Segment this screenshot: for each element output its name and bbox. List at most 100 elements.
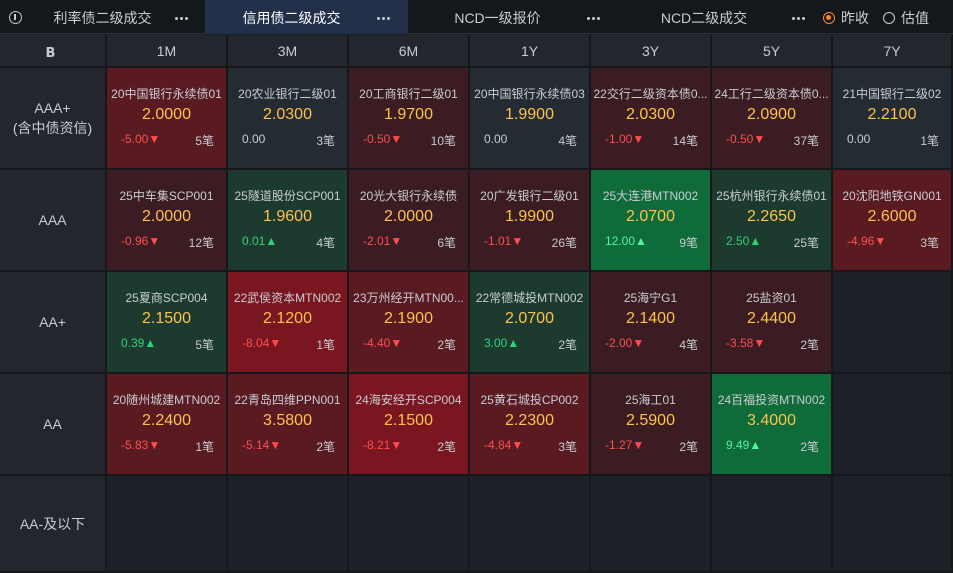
quote-cell[interactable]: 20广发银行二级01 1.9900 -1.01▼ 26笔 <box>470 170 591 272</box>
bond-name: 23万州经开MTN00... <box>353 291 464 305</box>
yield-change: -0.96▼ <box>121 234 161 248</box>
quote-cell[interactable]: 20工商银行二级01 1.9700 -0.50▼ 10笔 <box>349 68 470 170</box>
trade-count: 2笔 <box>558 338 577 352</box>
trade-count: 1笔 <box>316 338 335 352</box>
bond-name: 22武侯资本MTN002 <box>233 291 342 305</box>
bond-name: 20沈阳地铁GN001 <box>842 189 942 203</box>
logo-icon <box>46 44 60 58</box>
quote-cell[interactable]: 25隧道股份SCP001 1.9600 0.01▲ 4笔 <box>228 170 349 272</box>
quote-cell[interactable]: 20沈阳地铁GN001 2.6000 -4.96▼ 3笔 <box>833 170 953 272</box>
yield-change: -4.96▼ <box>847 234 887 248</box>
more-dots-icon[interactable] <box>790 8 808 26</box>
yield-change: -2.00▼ <box>605 336 645 350</box>
bond-yield: 2.4400 <box>747 310 796 327</box>
yield-change: 0.01▲ <box>242 234 278 248</box>
tab-rate-bond[interactable]: 利率债二级成交 <box>30 0 175 34</box>
bond-yield: 2.2400 <box>142 412 191 429</box>
tab-ncd-primary[interactable]: NCD一级报价 <box>430 0 595 34</box>
trade-count: 2笔 <box>437 338 456 352</box>
trade-count: 2笔 <box>800 440 819 454</box>
empty-cell <box>349 476 470 573</box>
bond-yield: 1.9900 <box>505 208 554 225</box>
quote-cell[interactable]: 20随州城建MTN002 2.2400 -5.83▼ 1笔 <box>107 374 228 476</box>
column-header[interactable]: 1M <box>107 35 228 68</box>
yield-change: 0.39▲ <box>121 336 157 350</box>
bond-yield: 2.0000 <box>142 106 191 123</box>
bond-name: 25海宁G1 <box>623 291 678 305</box>
quote-cell[interactable]: 25夏商SCP004 2.1500 0.39▲ 5笔 <box>107 272 228 374</box>
more-dots-icon[interactable] <box>173 8 191 26</box>
column-header[interactable]: 7Y <box>833 35 953 68</box>
tab-ncd-secondary[interactable]: NCD二级成交 <box>640 0 798 34</box>
bond-yield: 3.5800 <box>263 412 312 429</box>
column-header[interactable]: 3Y <box>591 35 712 68</box>
trade-count: 2笔 <box>316 440 335 454</box>
quote-cell[interactable]: 22青岛四维PPN001 3.5800 -5.14▼ 2笔 <box>228 374 349 476</box>
bond-name: 25杭州银行永续债01 <box>716 189 827 203</box>
tab-bar: 利率债二级成交 信用债二级成交 NCD一级报价 NCD二级成交 昨收 估值 <box>0 0 953 34</box>
quote-cell[interactable]: 23万州经开MTN00... 2.1900 -4.40▼ 2笔 <box>349 272 470 374</box>
empty-cell <box>833 272 953 374</box>
bond-yield: 2.1200 <box>263 310 312 327</box>
quote-cell[interactable]: 22交行二级资本债0... 2.0300 -1.00▼ 14笔 <box>591 68 712 170</box>
quote-cell[interactable]: 22常德城投MTN002 2.0700 3.00▲ 2笔 <box>470 272 591 374</box>
quote-cell[interactable]: 20光大银行永续债 2.0000 -2.01▼ 6笔 <box>349 170 470 272</box>
column-header[interactable]: 5Y <box>712 35 833 68</box>
quote-cell[interactable]: 22武侯资本MTN002 2.1200 -8.04▼ 1笔 <box>228 272 349 374</box>
trade-count: 26笔 <box>551 236 577 250</box>
bond-name: 20中国银行永续债01 <box>111 87 222 101</box>
yield-change: -8.04▼ <box>242 336 282 350</box>
bond-yield: 2.0300 <box>626 106 675 123</box>
more-dots-icon[interactable] <box>585 8 603 26</box>
quote-cell[interactable]: 20中国银行永续债01 2.0000 -5.00▼ 5笔 <box>107 68 228 170</box>
quote-cell[interactable]: 20中国银行永续债03 1.9900 0.00 4笔 <box>470 68 591 170</box>
row-header: AA-及以下 <box>0 476 107 573</box>
empty-cell <box>107 476 228 573</box>
row-header: AA+ <box>0 272 107 374</box>
info-icon[interactable] <box>9 11 22 24</box>
column-header[interactable]: 3M <box>228 35 349 68</box>
quote-cell[interactable]: 25海工01 2.5900 -1.27▼ 2笔 <box>591 374 712 476</box>
radio-valuation[interactable]: 估值 <box>883 9 929 27</box>
bond-yield: 2.0000 <box>142 208 191 225</box>
trade-count: 10笔 <box>430 134 456 148</box>
column-header[interactable]: 1Y <box>470 35 591 68</box>
quote-cell[interactable]: 25杭州银行永续债01 2.2650 2.50▲ 25笔 <box>712 170 833 272</box>
quote-cell[interactable]: 25盐资01 2.4400 -3.58▼ 2笔 <box>712 272 833 374</box>
quote-cell[interactable]: 24工行二级资本债0... 2.0900 -0.50▼ 37笔 <box>712 68 833 170</box>
radio-label: 估值 <box>901 10 929 26</box>
quote-cell[interactable]: 25黄石城投CP002 2.2300 -4.84▼ 3笔 <box>470 374 591 476</box>
trade-count: 5笔 <box>195 134 214 148</box>
quote-cell[interactable]: 20农业银行二级01 2.0300 0.00 3笔 <box>228 68 349 170</box>
radio-dot-icon <box>823 12 835 24</box>
quote-cell[interactable]: 25大连港MTN002 2.0700 12.00▲ 9笔 <box>591 170 712 272</box>
radio-dot-icon <box>883 12 895 24</box>
radio-prev-close[interactable]: 昨收 <box>823 9 869 27</box>
bond-yield: 2.1400 <box>626 310 675 327</box>
more-dots-icon[interactable] <box>375 8 393 26</box>
bond-name: 22常德城投MTN002 <box>475 291 584 305</box>
bond-name: 20农业银行二级01 <box>238 87 337 101</box>
yield-change: -2.01▼ <box>363 234 403 248</box>
yield-change: 12.00▲ <box>605 234 647 248</box>
quote-cell[interactable]: 24海安经开SCP004 2.1500 -8.21▼ 2笔 <box>349 374 470 476</box>
bond-name: 21中国银行二级02 <box>842 87 942 101</box>
quote-cell[interactable]: 25中车集SCP001 2.0000 -0.96▼ 12笔 <box>107 170 228 272</box>
bond-yield: 2.2100 <box>867 106 917 123</box>
corner-cell <box>0 35 107 68</box>
quote-cell[interactable]: 25海宁G1 2.1400 -2.00▼ 4笔 <box>591 272 712 374</box>
bond-yield: 2.2650 <box>747 208 796 225</box>
empty-cell <box>591 476 712 573</box>
bond-name: 22交行二级资本债0... <box>593 87 708 101</box>
bond-name: 20中国银行永续债03 <box>474 87 585 101</box>
empty-cell <box>470 476 591 573</box>
bond-yield: 1.9700 <box>384 106 433 123</box>
column-header[interactable]: 6M <box>349 35 470 68</box>
quote-cell[interactable]: 21中国银行二级02 2.2100 0.00 1笔 <box>833 68 953 170</box>
trade-count: 4笔 <box>558 134 577 148</box>
bond-name: 25盐资01 <box>746 291 797 305</box>
quote-cell[interactable]: 24百福投资MTN002 3.4000 9.49▲ 2笔 <box>712 374 833 476</box>
radio-label: 昨收 <box>841 10 869 26</box>
yield-change: -5.83▼ <box>121 438 161 452</box>
trade-count: 25笔 <box>793 236 819 250</box>
